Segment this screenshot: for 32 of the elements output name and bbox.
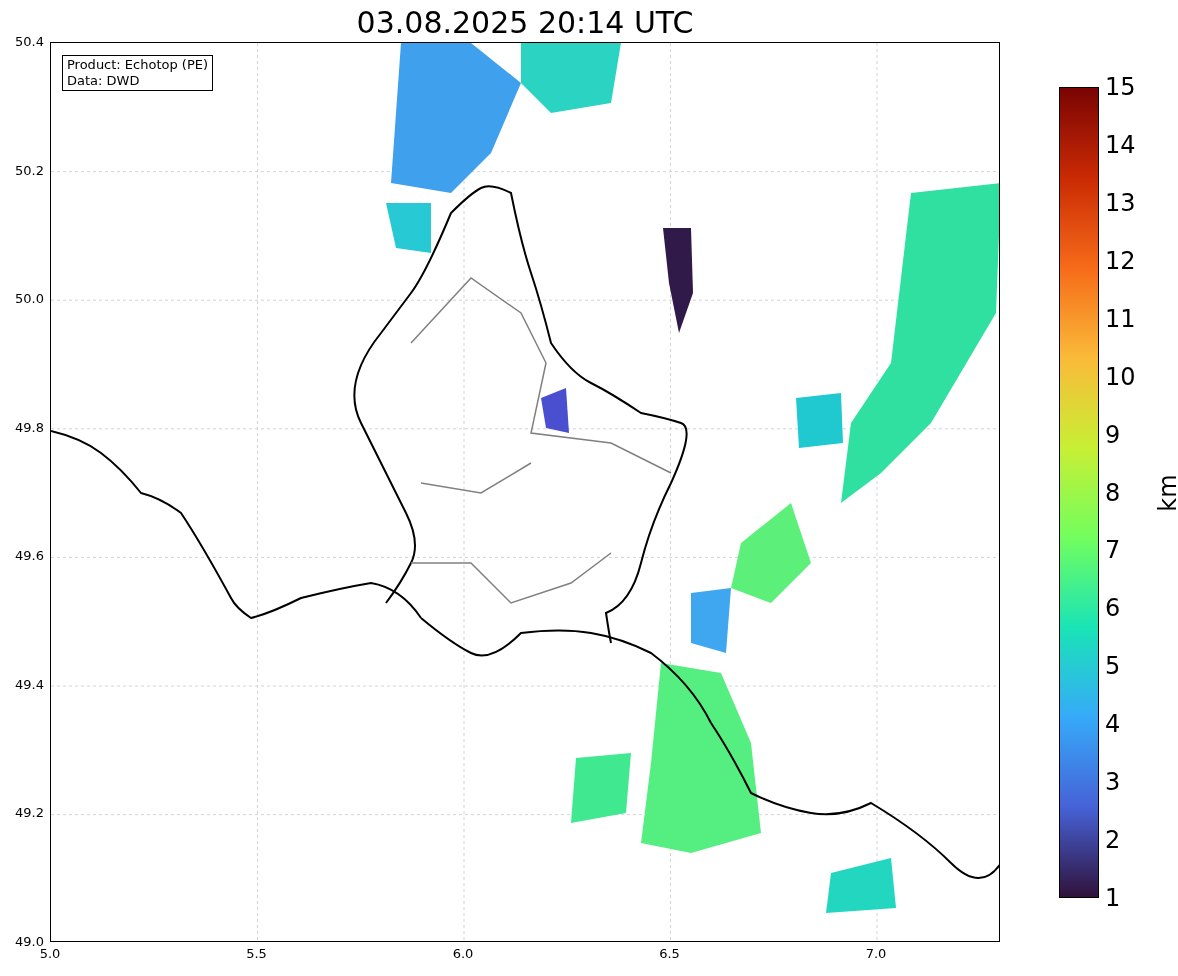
colorbar-label: km [1153,473,1178,512]
x-tick-label: 7.0 [865,946,887,962]
colorbar-tick-label: 15 [1105,73,1136,101]
chart-title: 03.08.2025 20:14 UTC [356,4,694,42]
y-tick-label: 50.2 [15,162,44,179]
y-tick-label: 49.2 [15,805,44,822]
colorbar-tick-label: 9 [1105,420,1121,449]
colorbar-tick-label: 11 [1105,304,1136,333]
colorbar-tick-label: 10 [1105,362,1136,391]
colorbar-tick-label: 14 [1105,130,1136,159]
x-tick-label: 5.0 [39,946,61,962]
x-tick-label: 5.5 [246,946,267,962]
colorbar-tick-label: 1 [1105,884,1121,912]
x-tick-label: 6.0 [452,946,474,962]
colorbar-tick-label: 3 [1105,768,1121,797]
y-tick-label: 50.0 [15,291,44,308]
colorbar-tick-label: 7 [1105,536,1121,565]
colorbar-tick-label: 8 [1105,478,1121,507]
x-tick-label: 6.5 [659,946,680,962]
y-tick-label: 49.0 [15,934,44,949]
info-text: Data: DWD [67,73,141,89]
colorbar-tick-label: 2 [1105,826,1121,855]
colorbar-tick-label: 12 [1105,246,1136,275]
colorbar-tick-label: 4 [1105,710,1121,739]
y-tick-label: 49.4 [15,676,44,693]
colorbar-tick-label: 13 [1105,188,1136,217]
y-tick-label: 50.4 [15,34,44,50]
colorbar-tick-label: 5 [1105,652,1121,681]
y-tick-label: 49.6 [15,548,44,565]
y-tick-label: 49.8 [15,419,44,436]
colorbar-tick-label: 6 [1105,594,1121,623]
info-text: Product: Echotop (PE) [67,57,209,73]
